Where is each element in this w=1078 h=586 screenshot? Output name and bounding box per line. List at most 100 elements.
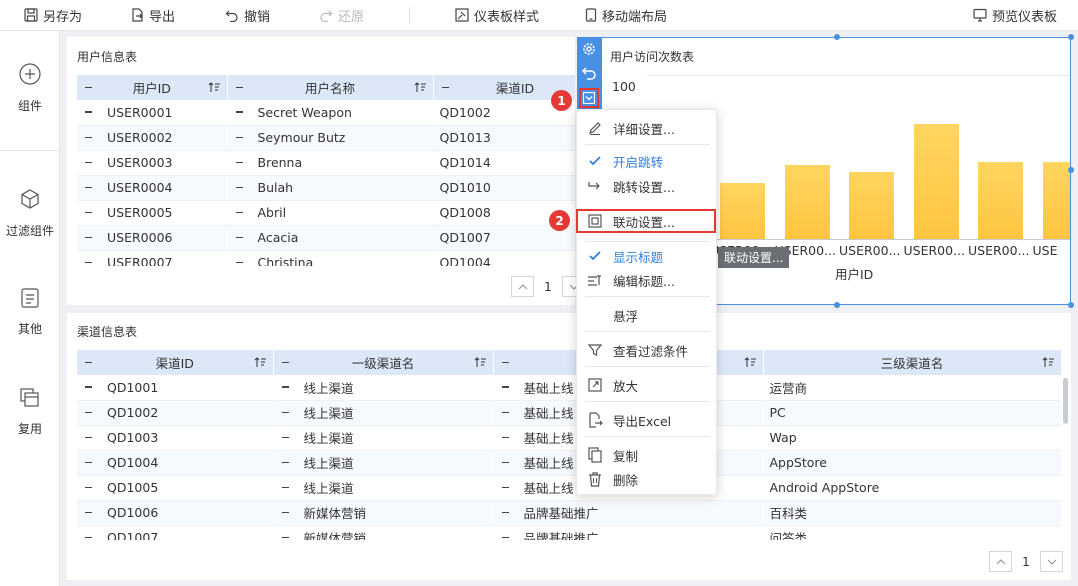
prev-page-button[interactable] [511,276,534,297]
collapse-icon[interactable] [235,236,243,238]
collapse-icon[interactable] [85,86,92,88]
next-page-button[interactable] [1040,551,1063,572]
menu-item-export-excel[interactable]: 导出Excel [577,408,718,432]
collapse-icon[interactable] [85,386,92,388]
menu-item-enable-jump[interactable]: 开启跳转 [577,149,718,173]
table-row[interactable]: USER0007 Christina QD1004 [77,250,575,266]
collapse-icon[interactable] [501,536,509,538]
collapse-icon[interactable] [501,411,509,413]
collapse-icon[interactable] [235,186,243,188]
collapse-icon[interactable] [85,261,92,263]
mobile-layout-button[interactable]: 移动端布局 [585,0,667,30]
collapse-icon[interactable] [281,436,289,438]
sort-icon[interactable] [414,82,426,93]
collapse-icon[interactable] [85,186,92,188]
column-header-user-id[interactable]: 用户ID [77,75,228,100]
column-header-user-name[interactable]: 用户名称 [227,75,434,100]
collapse-icon[interactable] [501,511,509,513]
collapse-icon[interactable] [281,361,289,363]
menu-item-copy[interactable]: 复制 [577,443,718,467]
resize-handle-top[interactable] [834,34,840,40]
resize-handle-bottom[interactable] [834,302,840,308]
table-row[interactable]: USER0001 Secret Weapon QD1002 [77,100,575,126]
save-as-button[interactable]: 另存为 [24,0,82,30]
export-button[interactable]: 导出 [130,0,175,30]
return-icon[interactable] [581,65,597,81]
vertical-scrollbar[interactable] [1063,378,1068,424]
column-header-channel-id[interactable]: 渠道ID [77,350,274,375]
collapse-icon[interactable] [441,86,449,88]
menu-item-show-title[interactable]: 显示标题 [577,244,718,268]
table-row[interactable]: USER0003 Brenna QD1014 [77,150,575,176]
collapse-icon[interactable] [85,436,92,438]
collapse-icon[interactable] [281,536,289,538]
collapse-icon[interactable] [235,111,243,113]
undo-button[interactable]: 撤销 [225,0,270,30]
table-row[interactable]: QD1004 线上渠道 基础上线 AppStore [77,450,1061,476]
resize-handle-right[interactable] [1068,167,1074,173]
collapse-icon[interactable] [281,486,289,488]
menu-item-detail-settings[interactable]: 详细设置... [577,116,718,140]
sidebar-item-filter[interactable]: 过滤组件 [0,188,60,239]
table-row[interactable]: USER0006 Acacia QD1007 [77,225,575,251]
sort-icon[interactable] [1042,357,1054,368]
sidebar-item-reuse[interactable]: 复用 [0,388,60,437]
collapse-icon[interactable] [501,361,509,363]
collapse-icon[interactable] [501,436,509,438]
table-row[interactable]: QD1006 新媒体营销 品牌基础推广 百科类 [77,500,1061,526]
sort-icon[interactable] [744,357,756,368]
collapse-icon[interactable] [85,236,92,238]
menu-item-linkage-settings[interactable]: 联动设置... [576,209,716,233]
collapse-icon[interactable] [85,361,92,363]
menu-item-edit-title[interactable]: 编辑标题... [577,268,718,292]
collapse-icon[interactable] [501,386,509,388]
menu-item-view-filter[interactable]: 查看过滤条件 [577,338,718,362]
collapse-icon[interactable] [281,386,289,388]
table-row[interactable]: QD1005 线上渠道 基础上线 Android AppStore [77,475,1061,501]
collapse-icon[interactable] [85,536,92,538]
collapse-icon[interactable] [235,261,243,263]
collapse-icon[interactable] [235,211,243,213]
table-row[interactable]: QD1007 新媒体营销 品牌基础推广 问答类 [77,525,1061,540]
collapse-icon[interactable] [85,111,92,113]
collapse-icon[interactable] [85,136,92,138]
bar[interactable] [849,171,894,239]
collapse-icon[interactable] [85,461,92,463]
dashboard-style-button[interactable]: 仪表板样式 [455,0,539,30]
column-header-level1-channel[interactable]: 一级渠道名 [273,350,494,375]
collapse-icon[interactable] [235,86,243,88]
collapse-icon[interactable] [281,511,289,513]
collapse-icon[interactable] [281,461,289,463]
collapse-icon[interactable] [501,486,509,488]
bar[interactable] [913,124,959,239]
collapse-icon[interactable] [85,511,92,513]
resize-handle-top-right[interactable] [1068,34,1074,40]
more-options-button[interactable] [579,88,599,108]
menu-item-jump-settings[interactable]: 跳转设置... [577,174,718,198]
bar[interactable] [1042,161,1070,239]
collapse-icon[interactable] [85,486,92,488]
menu-item-delete[interactable]: 删除 [577,467,718,491]
settings-gear-icon[interactable] [581,41,597,57]
collapse-icon[interactable] [235,161,243,163]
table-row[interactable]: USER0004 Bulah QD1010 [77,175,575,201]
sidebar-item-component[interactable]: 组件 [0,63,60,114]
collapse-icon[interactable] [85,161,92,163]
redo-button[interactable]: 还原 [319,0,364,30]
prev-page-button[interactable] [989,551,1012,572]
collapse-icon[interactable] [501,461,509,463]
table-row[interactable]: QD1003 线上渠道 基础上线 Wap [77,425,1061,451]
sidebar-item-other[interactable]: 其他 [0,288,60,337]
menu-item-float[interactable]: 悬浮 [577,303,718,327]
resize-handle-bottom-right[interactable] [1068,302,1074,308]
table-row[interactable]: USER0002 Seymour Butz QD1013 [77,125,575,151]
menu-item-enlarge[interactable]: 放大 [577,373,718,397]
collapse-icon[interactable] [85,411,92,413]
sort-icon[interactable] [254,357,266,368]
table-row[interactable]: QD1002 线上渠道 基础上线 PC [77,400,1061,426]
column-header-level3-channel[interactable]: 三级渠道名 [763,350,1061,375]
table-row[interactable]: QD1001 线上渠道 基础上线 运营商 [77,375,1061,401]
bar[interactable] [720,183,765,239]
collapse-icon[interactable] [85,211,92,213]
collapse-icon[interactable] [281,411,289,413]
